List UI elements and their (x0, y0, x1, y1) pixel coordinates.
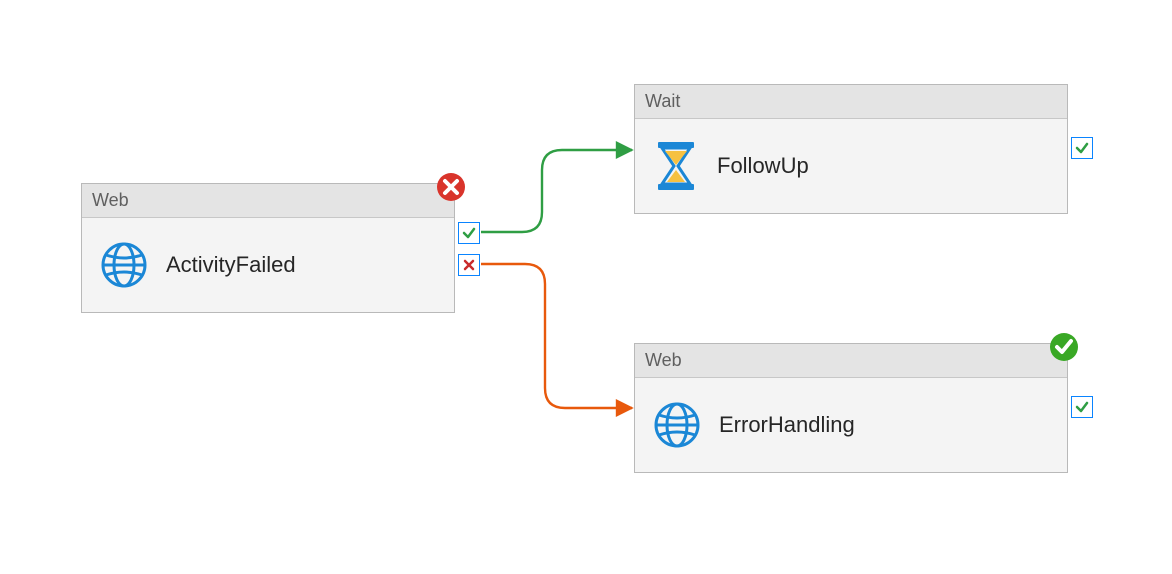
port-success[interactable] (1071, 396, 1093, 418)
activity-title: FollowUp (717, 153, 809, 179)
activity-type-label: Web (92, 190, 129, 211)
activity-type-label: Wait (645, 91, 680, 112)
activity-errorhandling[interactable]: Web ErrorHandling (634, 343, 1068, 473)
globe-icon (653, 401, 701, 449)
port-failure[interactable] (458, 254, 480, 276)
pipeline-canvas[interactable]: Web ActivityFailed (0, 0, 1172, 574)
connector-success-to-followup[interactable] (481, 150, 632, 232)
globe-icon (100, 241, 148, 289)
status-failed-icon (436, 172, 466, 202)
activity-body: ActivityFailed (82, 218, 454, 312)
activity-header: Web (82, 184, 454, 218)
activity-title: ActivityFailed (166, 252, 296, 278)
hourglass-icon (653, 140, 699, 192)
connector-failure-to-errorhandling[interactable] (481, 264, 632, 408)
activity-body: FollowUp (635, 119, 1067, 213)
activity-type-label: Web (645, 350, 682, 371)
status-success-icon (1049, 332, 1079, 362)
activity-activityfailed[interactable]: Web ActivityFailed (81, 183, 455, 313)
activity-header: Web (635, 344, 1067, 378)
activity-header: Wait (635, 85, 1067, 119)
port-success[interactable] (1071, 137, 1093, 159)
activity-followup[interactable]: Wait FollowUp (634, 84, 1068, 214)
activity-title: ErrorHandling (719, 412, 855, 438)
activity-body: ErrorHandling (635, 378, 1067, 472)
port-success[interactable] (458, 222, 480, 244)
